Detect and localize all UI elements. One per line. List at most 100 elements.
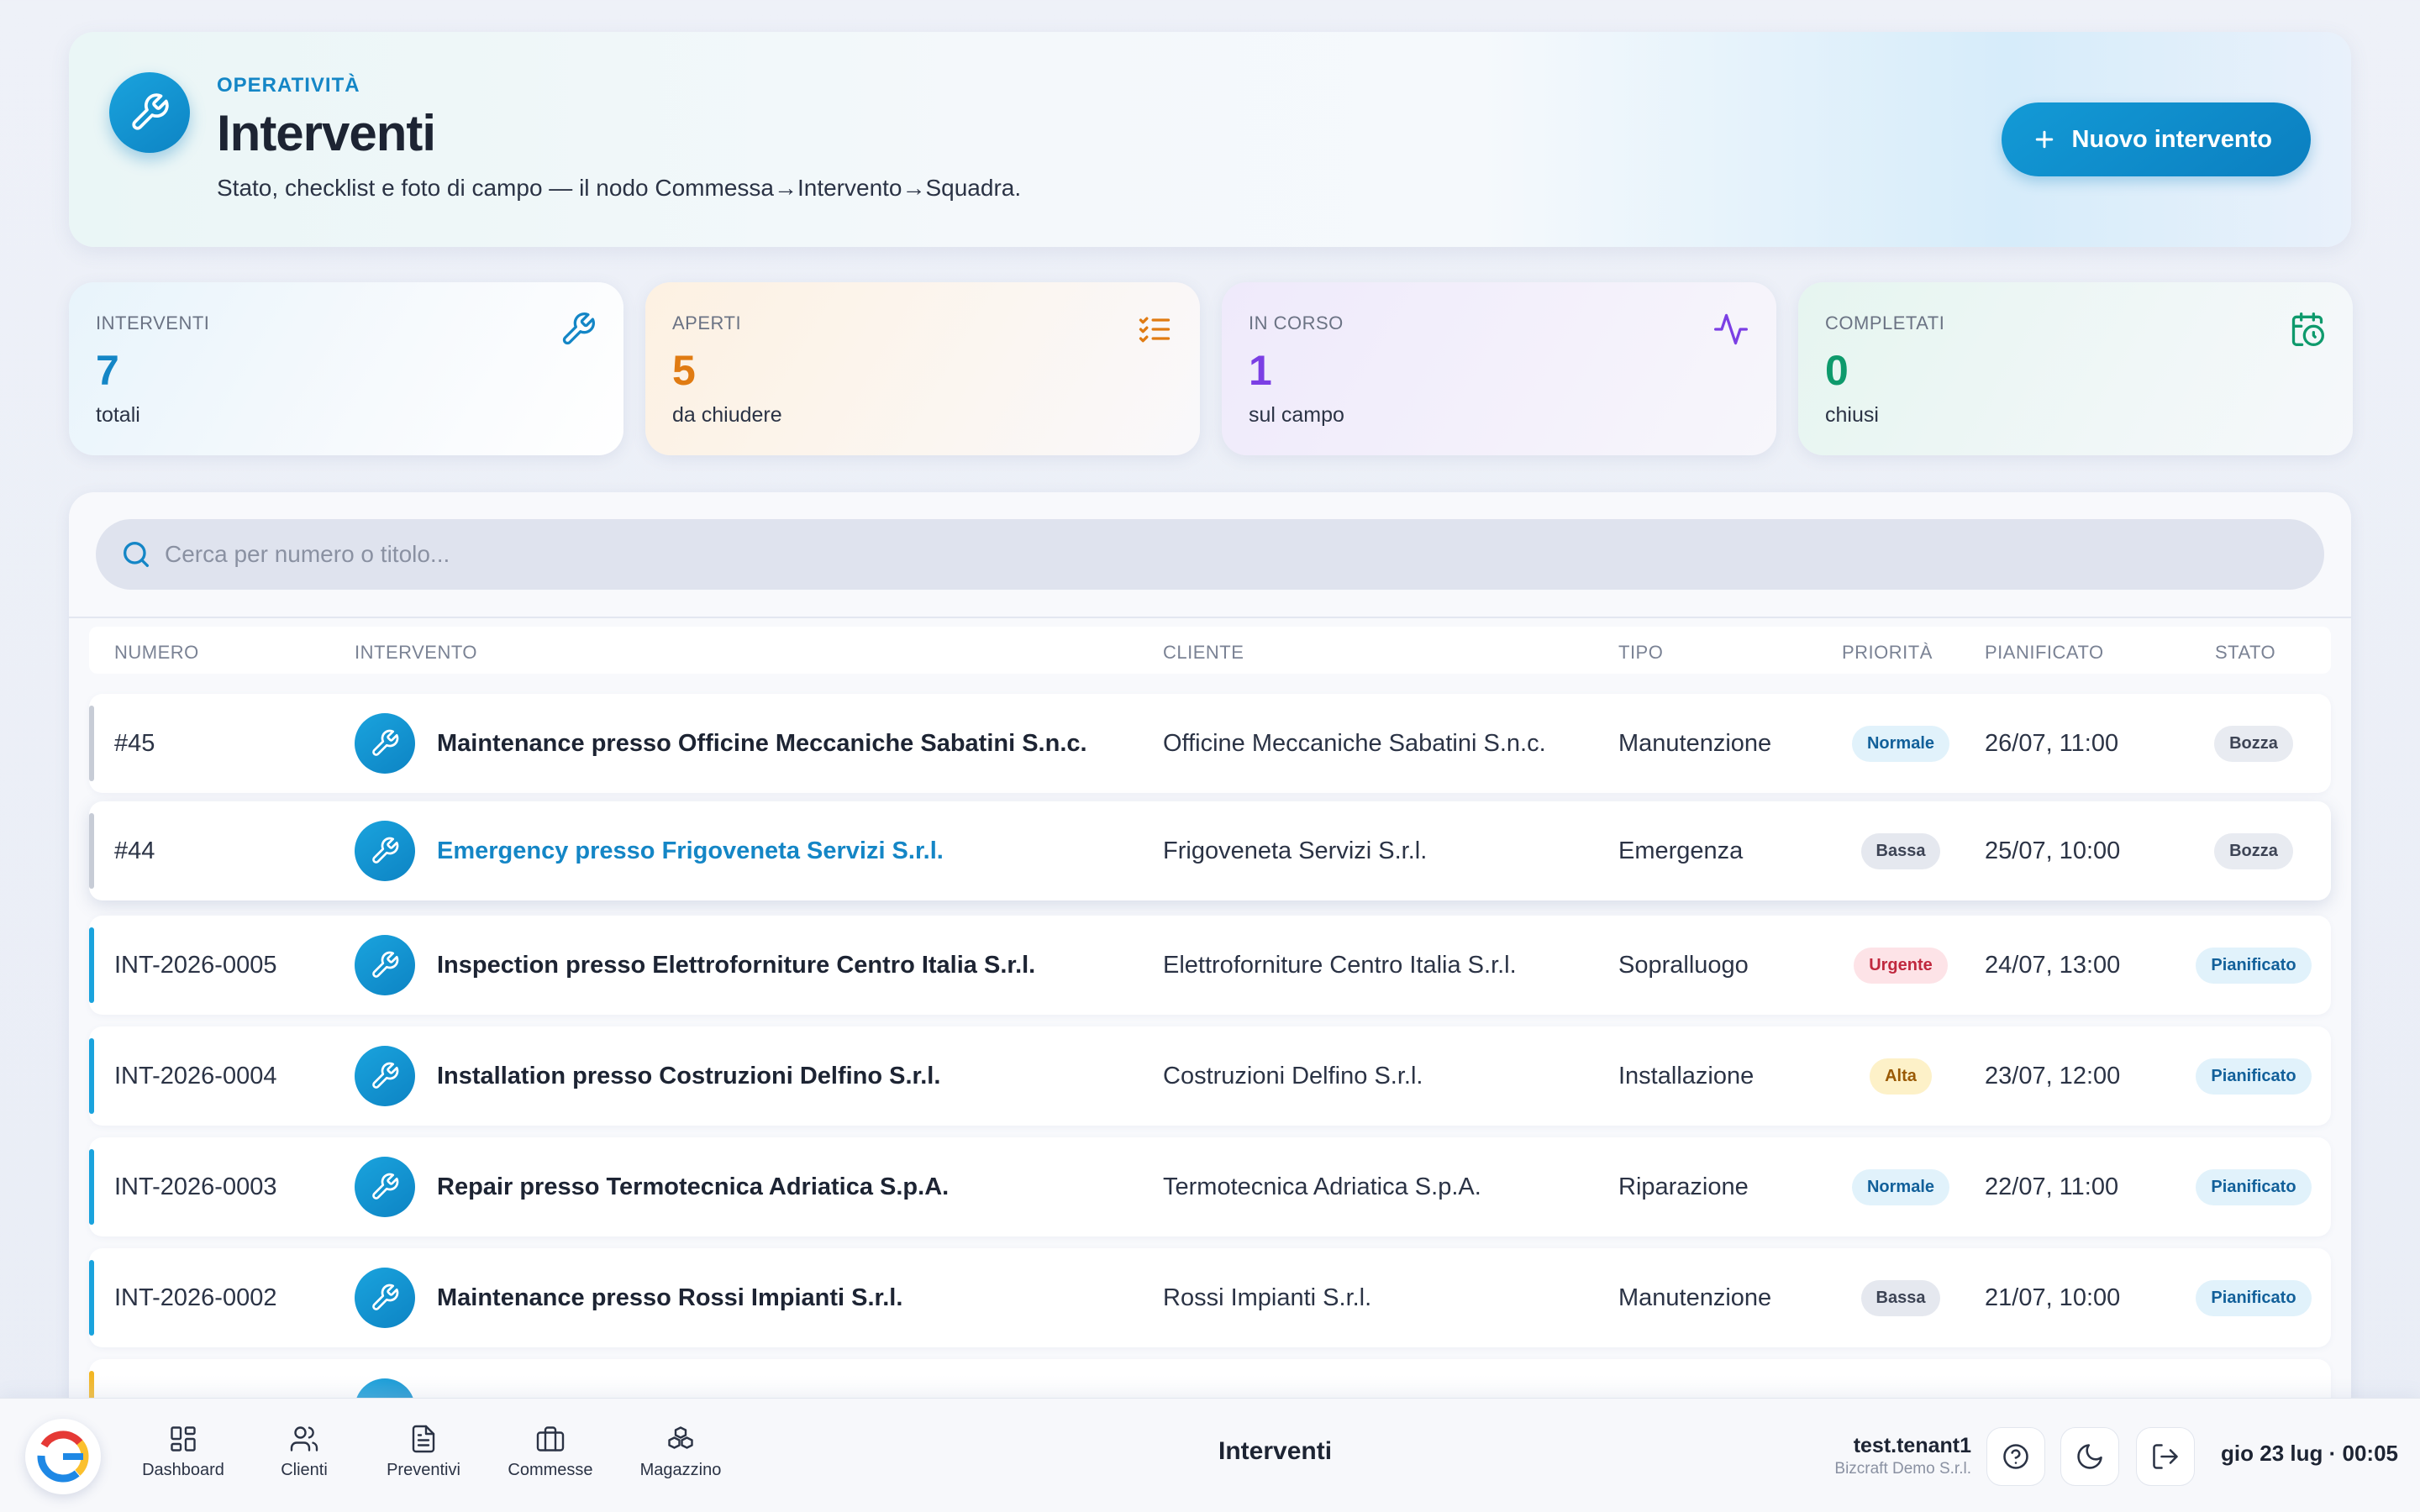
row-cliente: Costruzioni Delfino S.r.l. xyxy=(1163,1062,1423,1089)
row-cliente: Frigoveneta Servizi S.r.l. xyxy=(1163,837,1428,864)
row-intervento-link[interactable]: Inspection presso Elettroforniture Centr… xyxy=(437,916,1035,1015)
stat-label: INTERVENTI xyxy=(96,312,210,333)
stat-card-in-corso[interactable]: IN CORSO 1 sul campo xyxy=(1222,282,1776,455)
help-icon xyxy=(2003,1444,2028,1469)
priority-badge: Normale xyxy=(1851,725,1950,762)
document-icon xyxy=(412,1425,435,1453)
dashboard-icon xyxy=(171,1426,196,1452)
row-intervento-link[interactable]: Emergency presso Frigoveneta Servizi S.r… xyxy=(437,801,944,900)
stat-sub: sul campo xyxy=(1249,403,1344,427)
table-row[interactable]: #45 Maintenance presso Officine Meccanic… xyxy=(89,694,2331,793)
row-pianificato: 26/07, 11:00 xyxy=(1985,729,2119,757)
user-name: test.tenant1 xyxy=(1853,1434,1971,1457)
theme-toggle-button[interactable] xyxy=(2060,1427,2119,1486)
priority-badge: Alta xyxy=(1870,1058,1932,1095)
column-header-cliente[interactable]: CLIENTE xyxy=(1163,642,1244,664)
wrench-icon xyxy=(355,935,415,995)
table-row[interactable]: INT-2026-0002 Maintenance presso Rossi I… xyxy=(89,1248,2331,1347)
interventions-table-card: NUMERO INTERVENTO CLIENTE TIPO PRIORITÀ … xyxy=(69,492,2351,1512)
table-row[interactable]: #44 Emergency presso Frigoveneta Servizi… xyxy=(89,801,2331,900)
logout-button[interactable] xyxy=(2136,1427,2195,1486)
clock: gio 23 lug · 00:05 xyxy=(2221,1441,2398,1466)
priority-badge: Urgente xyxy=(1854,947,1948,984)
column-header-intervento[interactable]: INTERVENTO xyxy=(355,642,477,664)
row-cliente: Rossi Impianti S.r.l. xyxy=(1163,1284,1372,1311)
row-intervento-link[interactable]: Repair presso Termotecnica Adriatica S.p… xyxy=(437,1137,949,1236)
priority-badge: Bassa xyxy=(1860,832,1941,869)
stat-card-aperti[interactable]: APERTI 5 da chiudere xyxy=(645,282,1200,455)
plus-icon xyxy=(2035,130,2053,149)
users-icon xyxy=(290,1426,318,1452)
nav-item-magazzino[interactable]: Magazzino xyxy=(622,1424,739,1480)
wrench-icon xyxy=(355,821,415,881)
page-subtitle: Stato, checklist e foto di campo — il no… xyxy=(217,175,1022,201)
nav-label: Magazzino xyxy=(639,1461,722,1479)
row-intervento-link[interactable]: Maintenance presso Rossi Impianti S.r.l. xyxy=(437,1248,902,1347)
status-badge: Pianificato xyxy=(2196,1058,2312,1095)
row-intervento-link[interactable]: Installation presso Costruzioni Delfino … xyxy=(437,1026,940,1126)
status-badge: Pianificato xyxy=(2196,1168,2312,1205)
status-bar xyxy=(89,706,94,781)
nav-item-commesse[interactable]: Commesse xyxy=(492,1424,609,1480)
divider xyxy=(69,617,2351,618)
new-intervention-label: Nuovo intervento xyxy=(2071,125,2272,153)
wrench-icon xyxy=(355,713,415,774)
row-pianificato: 25/07, 10:00 xyxy=(1985,837,2121,864)
status-badge: Bozza xyxy=(2214,832,2293,869)
stat-card-interventi[interactable]: INTERVENTI 7 totali xyxy=(69,282,623,455)
nav-item-dashboard[interactable]: Dashboard xyxy=(124,1424,242,1480)
status-badge: Pianificato xyxy=(2196,1279,2312,1316)
table-row[interactable]: INT-2026-0004 Installation presso Costru… xyxy=(89,1026,2331,1126)
nav-label: Dashboard xyxy=(142,1461,224,1479)
page-title: Interventi xyxy=(217,105,436,161)
row-numero: INT-2026-0003 xyxy=(114,1173,277,1200)
row-tipo: Installazione xyxy=(1618,1062,1754,1089)
row-intervento-link[interactable]: Maintenance presso Officine Meccaniche S… xyxy=(437,694,1087,793)
wrench-icon xyxy=(562,312,595,345)
app-logo[interactable] xyxy=(25,1419,101,1494)
row-pianificato: 23/07, 12:00 xyxy=(1985,1062,2121,1089)
column-header-tipo[interactable]: TIPO xyxy=(1618,642,1663,664)
row-tipo: Emergenza xyxy=(1618,837,1744,864)
wrench-icon xyxy=(355,1157,415,1217)
briefcase-icon xyxy=(536,1426,565,1452)
column-header-stato[interactable]: STATO xyxy=(2215,642,2275,664)
wrench-icon xyxy=(109,72,190,153)
table-row[interactable]: INT-2026-0003 Repair presso Termotecnica… xyxy=(89,1137,2331,1236)
new-intervention-button[interactable]: Nuovo intervento xyxy=(2001,102,2311,176)
column-header-pianificato[interactable]: PIANIFICATO xyxy=(1985,642,2104,664)
page-header: OPERATIVITÀ Interventi Stato, checklist … xyxy=(69,32,2351,247)
status-bar xyxy=(89,1260,94,1336)
nav-item-clienti[interactable]: Clienti xyxy=(245,1424,363,1480)
stat-card-completati[interactable]: COMPLETATI 0 chiusi xyxy=(1798,282,2353,455)
user-info[interactable]: test.tenant1 Bizcraft Demo S.r.l. xyxy=(1834,1434,1971,1478)
column-header-priorita[interactable]: PRIORITÀ xyxy=(1842,642,1933,664)
stat-label: APERTI xyxy=(672,312,742,333)
column-header-numero[interactable]: NUMERO xyxy=(114,642,199,664)
nav-item-preventivi[interactable]: Preventivi xyxy=(365,1424,482,1480)
nav-label: Commesse xyxy=(508,1461,593,1479)
wrench-icon xyxy=(355,1268,415,1328)
boxes-icon xyxy=(668,1426,693,1449)
wrench-icon xyxy=(355,1046,415,1106)
row-cliente: Elettroforniture Centro Italia S.r.l. xyxy=(1163,951,1517,979)
status-bar xyxy=(89,1149,94,1225)
section-eyebrow: OPERATIVITÀ xyxy=(217,74,360,97)
row-numero: INT-2026-0005 xyxy=(114,951,277,979)
row-tipo: Riparazione xyxy=(1618,1173,1749,1200)
stat-value: 0 xyxy=(1825,347,1849,394)
logout-icon xyxy=(2153,1444,2178,1469)
status-badge: Pianificato xyxy=(2196,947,2312,984)
stat-sub: totali xyxy=(96,403,140,427)
user-org: Bizcraft Demo S.r.l. xyxy=(1834,1460,1971,1478)
calendar-clock-icon xyxy=(2291,312,2324,346)
help-button[interactable] xyxy=(1986,1427,2045,1486)
search-bar[interactable] xyxy=(96,519,2324,590)
stat-value: 1 xyxy=(1249,347,1272,394)
table-row[interactable]: INT-2026-0005 Inspection presso Elettrof… xyxy=(89,916,2331,1015)
row-pianificato: 22/07, 11:00 xyxy=(1985,1173,2119,1200)
stat-label: IN CORSO xyxy=(1249,312,1344,333)
row-cliente: Termotecnica Adriatica S.p.A. xyxy=(1163,1173,1481,1200)
search-input[interactable] xyxy=(165,519,2265,590)
row-numero: #44 xyxy=(114,837,155,864)
